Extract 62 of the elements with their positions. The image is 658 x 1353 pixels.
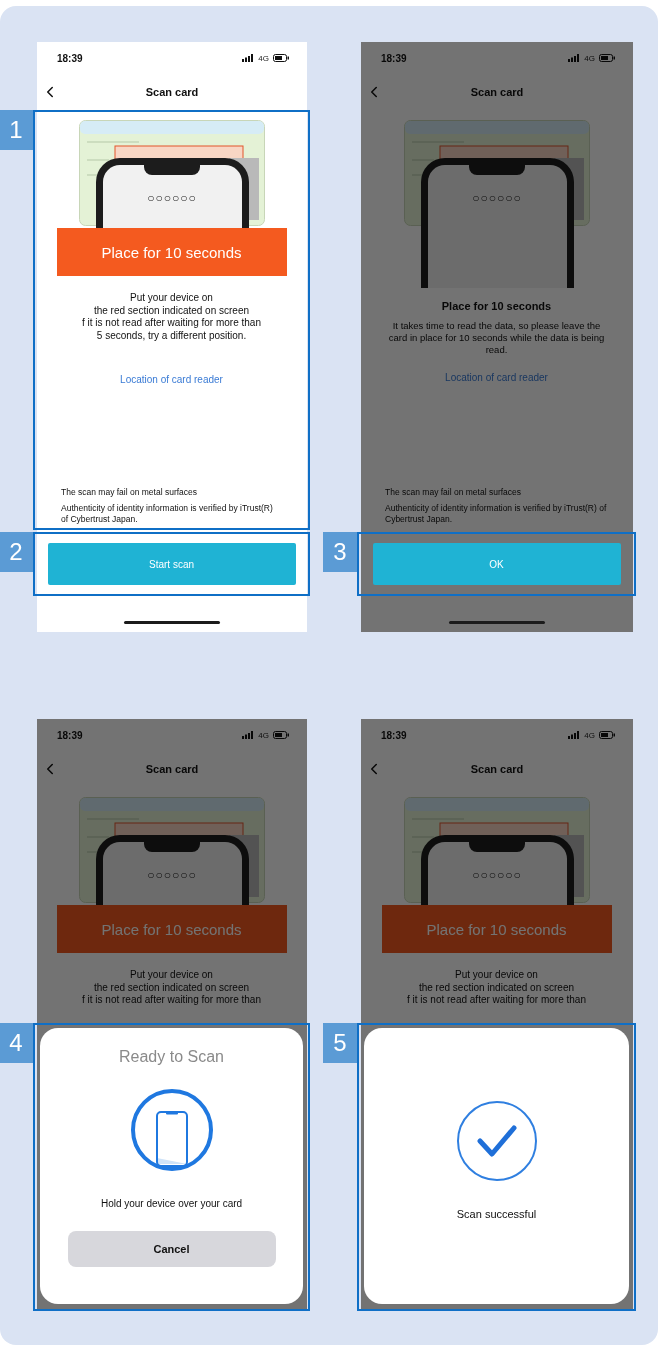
signal-icon [242, 54, 255, 62]
primary-button[interactable]: OK [372, 543, 621, 585]
instruction-banner: Place for 10 seconds [56, 228, 287, 276]
instruction-line: Put your device on [130, 969, 213, 982]
battery-icon [273, 731, 289, 739]
battery-icon [599, 54, 615, 62]
instruction-line: Put your device on [455, 969, 538, 982]
card-reader-link[interactable]: Location of card reader [120, 374, 223, 385]
code-text: ○○○○○○ [472, 191, 522, 207]
status-time: 18:39 [57, 729, 83, 741]
instruction-line: Put your device on [130, 292, 213, 305]
note-text: Authenticity of identity information is verified by iTrust(R) of Cybertrust Japan. [61, 503, 274, 524]
network-label: 4G [584, 53, 595, 63]
phone-in-circle-icon [129, 1088, 214, 1172]
check-circle-icon [455, 1100, 538, 1182]
instruction-line: f it is not read after waiting for more than [407, 994, 586, 1007]
instruction-line: f it is not read after waiting for more than [82, 994, 261, 1007]
network-label: 4G [258, 730, 269, 740]
step-number-badge: 1 [0, 110, 33, 150]
step-number-badge: 3 [323, 532, 357, 572]
code-text: ○○○○○○ [147, 868, 197, 884]
sheet-message: Hold your device over your card [100, 1198, 243, 1209]
status-time: 18:39 [381, 729, 407, 741]
network-label: 4G [258, 53, 269, 63]
phone-notch [469, 841, 525, 852]
card-reader-link[interactable]: Location of card reader [445, 372, 548, 383]
battery-icon [599, 731, 615, 739]
status-time: 18:39 [57, 52, 83, 64]
instruction-line: the red section indicated on screen [418, 981, 575, 994]
step-number-badge: 2 [0, 532, 33, 572]
instruction-line: f it is not read after waiting for more than [82, 317, 261, 330]
step-number-badge: 4 [0, 1023, 33, 1063]
screen-title: Scan card [145, 86, 199, 98]
signal-icon [568, 54, 581, 62]
primary-button[interactable]: Start scan [47, 543, 296, 585]
phone-notch [144, 841, 200, 852]
sheet-title: Ready to Scan [119, 1048, 224, 1066]
phone-notch [469, 164, 525, 175]
instruction-banner: Place for 10 seconds [381, 905, 612, 953]
status-time: 18:39 [381, 52, 407, 64]
cancel-button[interactable]: Cancel [67, 1231, 276, 1267]
phone-notch [144, 164, 200, 175]
screen-title: Scan card [470, 763, 524, 775]
note-text: The scan may fail on metal surfaces [385, 486, 523, 497]
note-text: Authenticity of identity information is verified by iTrust(R) of Cybertrust Japan. [385, 503, 608, 524]
instruction-line: the red section indicated on screen [93, 981, 250, 994]
step-number-badge: 5 [323, 1023, 357, 1063]
instruction-line: 5 seconds, try a different position. [96, 329, 247, 342]
instruction-line: the red section indicated on screen [93, 304, 250, 317]
dialog-title: Place for 10 seconds [441, 300, 552, 312]
signal-icon [568, 731, 581, 739]
code-text: ○○○○○○ [147, 191, 197, 207]
network-label: 4G [584, 730, 595, 740]
signal-icon [242, 731, 255, 739]
screen-title: Scan card [145, 763, 199, 775]
screen-title: Scan card [470, 86, 524, 98]
sheet-message: Scan successful [456, 1208, 537, 1220]
note-text: The scan may fail on metal surfaces [61, 486, 199, 497]
code-text: ○○○○○○ [472, 868, 522, 884]
dialog-message: It takes time to read the data, so please leave the card in place for 10 seconds while the data is being read. [387, 320, 606, 356]
instruction-banner: Place for 10 seconds [56, 905, 287, 953]
battery-icon [273, 54, 289, 62]
